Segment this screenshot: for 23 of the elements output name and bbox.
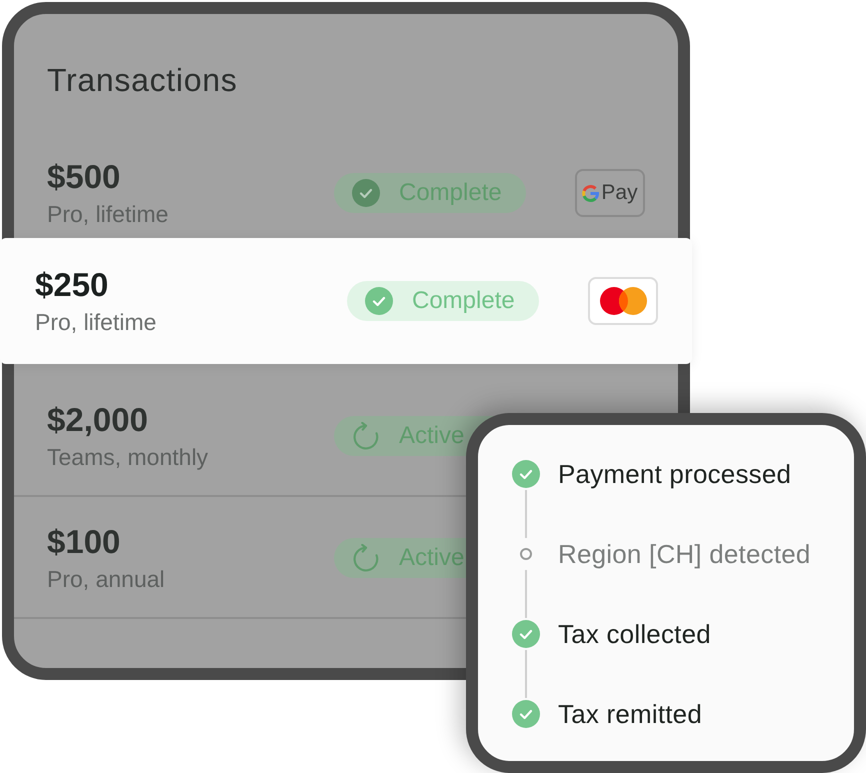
plan-text: Pro, lifetime <box>35 308 156 336</box>
transaction-row[interactable]: $250 Pro, lifetime Complete <box>0 238 692 364</box>
amount-text: $250 <box>35 266 108 304</box>
plan-text: Pro, lifetime <box>47 200 168 228</box>
status-label: Complete <box>412 287 515 315</box>
two-circles-icon <box>600 287 646 315</box>
step-label: Tax remitted <box>558 699 702 729</box>
refresh-icon <box>352 544 380 572</box>
amount-text: $500 <box>47 158 120 196</box>
check-icon <box>365 287 393 315</box>
card-title: Transactions <box>47 62 238 99</box>
plan-text: Pro, annual <box>47 564 165 594</box>
refresh-icon <box>352 422 380 450</box>
amount-text: $100 <box>47 522 120 560</box>
step-connector <box>525 490 527 538</box>
check-icon <box>352 179 380 207</box>
pay-label: Pay <box>601 181 638 205</box>
step-connector <box>525 570 527 618</box>
step-connector <box>525 650 527 698</box>
amount-text: $2,000 <box>47 400 148 438</box>
g-letter-icon <box>582 184 600 202</box>
step-label: Tax collected <box>558 619 711 649</box>
plan-text: Teams, monthly <box>47 442 208 472</box>
